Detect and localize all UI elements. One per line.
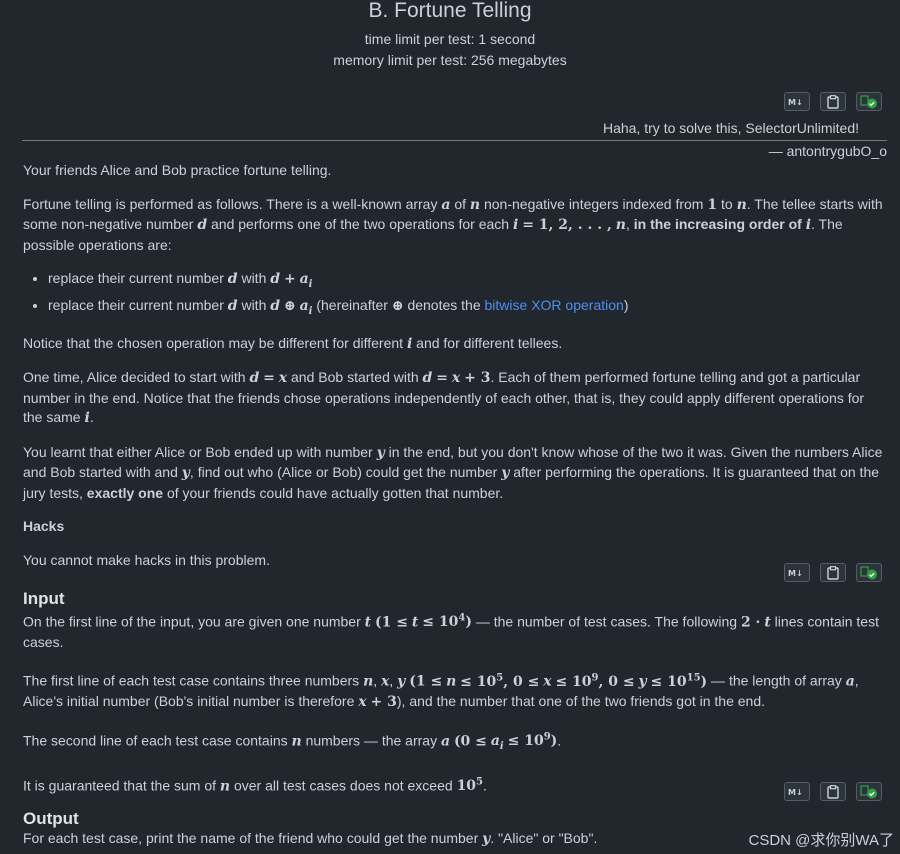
- problem-header: B. Fortune Telling time limit per test: …: [0, 0, 900, 71]
- markdown-icon: M↓: [788, 98, 803, 106]
- toolbar-input: M↓: [784, 563, 882, 582]
- markdown-button[interactable]: M↓: [784, 782, 810, 801]
- copy-button[interactable]: [820, 92, 846, 111]
- list-item: replace their current number d with d + …: [48, 268, 883, 295]
- section-title-output: Output: [23, 809, 79, 828]
- time-limit: time limit per test: 1 second: [364, 31, 536, 47]
- toolbar-statement: M↓: [784, 92, 882, 111]
- paragraph: On the first line of the input, you are …: [23, 612, 879, 650]
- paragraph: The first line of each test case contain…: [23, 672, 859, 711]
- submit-check-icon: [860, 565, 877, 579]
- svg-text:M↓: M↓: [788, 788, 803, 796]
- paragraph: It is guaranteed that the sum of n over …: [23, 776, 487, 795]
- copy-button[interactable]: [820, 563, 846, 582]
- submit-check-icon: [860, 784, 877, 798]
- legend-section: Your friends Alice and Bob practice fort…: [23, 161, 883, 570]
- clipboard-icon: [827, 565, 839, 580]
- csdn-watermark: CSDN @求你别WA了: [748, 832, 894, 849]
- toolbar-output: M↓: [784, 782, 882, 801]
- svg-text:M↓: M↓: [788, 569, 803, 577]
- problem-title: B. Fortune Telling: [368, 0, 532, 22]
- markdown-icon: M↓: [788, 569, 803, 577]
- markdown-button[interactable]: M↓: [784, 563, 810, 582]
- paragraph: One time, Alice decided to start with d …: [23, 369, 865, 427]
- section-title-input: Input: [23, 589, 65, 608]
- epigraph-author: — antontrygubO_o: [768, 143, 887, 159]
- list-item: replace their current number d with d ⊕ …: [48, 295, 883, 322]
- paragraph: Notice that the chosen operation may be …: [23, 334, 563, 352]
- hacks-text: You cannot make hacks in this problem.: [23, 551, 270, 568]
- submit-button[interactable]: [856, 92, 882, 111]
- svg-text:M↓: M↓: [788, 98, 803, 106]
- submit-button[interactable]: [856, 563, 882, 582]
- paragraph: You learnt that either Alice or Bob ende…: [23, 443, 883, 501]
- problem-page: B. Fortune Telling time limit per test: …: [0, 0, 900, 854]
- epigraph-text: Haha, try to solve this, SelectorUnlimit…: [603, 120, 859, 136]
- submit-check-icon: [860, 94, 877, 108]
- clipboard-icon: [827, 784, 839, 799]
- paragraph: The second line of each test case contai…: [23, 731, 562, 753]
- epigraph: Haha, try to solve this, SelectorUnlimit…: [22, 118, 887, 161]
- markdown-icon: M↓: [788, 788, 803, 796]
- clipboard-icon: [827, 94, 839, 109]
- memory-limit: memory limit per test: 256 megabytes: [333, 52, 567, 68]
- markdown-button[interactable]: M↓: [784, 92, 810, 111]
- paragraph: Your friends Alice and Bob practice fort…: [23, 162, 332, 178]
- copy-button[interactable]: [820, 782, 846, 801]
- submit-button[interactable]: [856, 782, 882, 801]
- paragraph: Fortune telling is performed as follows.…: [23, 195, 883, 253]
- input-section: Input On the first line of the input, yo…: [23, 589, 883, 797]
- hacks-title: Hacks: [23, 518, 65, 535]
- operations-list: replace their current number d with d + …: [23, 268, 883, 322]
- xor-link[interactable]: bitwise XOR operation: [485, 297, 624, 313]
